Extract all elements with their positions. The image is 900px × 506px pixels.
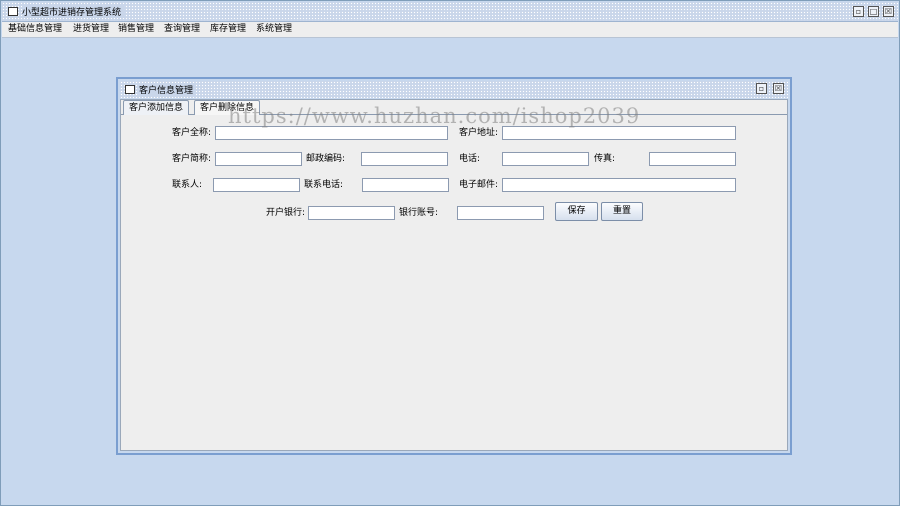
maximize-icon[interactable]: □ bbox=[868, 6, 879, 17]
tab-add-customer[interactable]: 客户添加信息 bbox=[123, 100, 190, 115]
postcode-label: 邮政编码: bbox=[306, 154, 346, 164]
frame-restore-icon[interactable]: ▫ bbox=[756, 83, 767, 94]
restore-icon[interactable]: ▫ bbox=[853, 6, 864, 17]
menu-system[interactable]: 系统管理 bbox=[255, 23, 293, 36]
fax-input[interactable] bbox=[649, 152, 736, 166]
contact-phone-input[interactable] bbox=[362, 178, 449, 192]
account-input[interactable] bbox=[457, 206, 544, 220]
app-title: 小型超市进销存管理系统 bbox=[22, 5, 125, 18]
save-button[interactable]: 保存 bbox=[555, 202, 598, 221]
address-label: 客户地址: bbox=[459, 128, 499, 138]
watermark-text: https://www.huzhan.com/ishop2039 bbox=[228, 104, 641, 128]
menu-purchase[interactable]: 进货管理 bbox=[72, 23, 110, 36]
phone-label: 电话: bbox=[459, 154, 481, 164]
frame-titlebar[interactable]: 客户信息管理 ▫ ☒ bbox=[120, 81, 788, 98]
account-label: 银行账号: bbox=[399, 208, 439, 218]
bank-label: 开户银行: bbox=[266, 208, 306, 218]
close-icon[interactable]: ☒ bbox=[883, 6, 894, 17]
postcode-input[interactable] bbox=[361, 152, 448, 166]
contact-label: 联系人: bbox=[172, 180, 203, 190]
app-titlebar[interactable]: 小型超市进销存管理系统 ▫ □ ☒ bbox=[2, 2, 898, 22]
phone-input[interactable] bbox=[502, 152, 589, 166]
menu-query[interactable]: 查询管理 bbox=[163, 23, 201, 36]
address-input[interactable] bbox=[502, 126, 736, 140]
contact-phone-label: 联系电话: bbox=[304, 180, 344, 190]
frame-title: 客户信息管理 bbox=[139, 83, 197, 96]
menu-basic-info[interactable]: 基础信息管理 bbox=[7, 23, 63, 36]
fax-label: 传真: bbox=[594, 154, 616, 164]
frame-icon bbox=[125, 85, 135, 94]
frame-close-icon[interactable]: ☒ bbox=[773, 83, 784, 94]
email-input[interactable] bbox=[502, 178, 736, 192]
reset-button[interactable]: 重置 bbox=[601, 202, 643, 221]
menubar: 基础信息管理 进货管理 销售管理 查询管理 库存管理 系统管理 bbox=[2, 22, 898, 38]
window-icon bbox=[8, 7, 18, 16]
customer-frame: 客户信息管理 ▫ ☒ 客户添加信息 客户删除信息 客户全称: 客户地址: 客户简… bbox=[116, 77, 792, 455]
contact-input[interactable] bbox=[213, 178, 300, 192]
full-name-input[interactable] bbox=[215, 126, 448, 140]
menu-inventory[interactable]: 库存管理 bbox=[209, 23, 247, 36]
menu-sales[interactable]: 销售管理 bbox=[117, 23, 155, 36]
email-label: 电子邮件: bbox=[459, 180, 499, 190]
frame-body: 客户添加信息 客户删除信息 客户全称: 客户地址: 客户简称: 邮政编码: 电话… bbox=[120, 99, 788, 451]
short-name-input[interactable] bbox=[215, 152, 302, 166]
bank-input[interactable] bbox=[308, 206, 395, 220]
short-name-label: 客户简称: bbox=[172, 154, 212, 164]
full-name-label: 客户全称: bbox=[172, 128, 212, 138]
